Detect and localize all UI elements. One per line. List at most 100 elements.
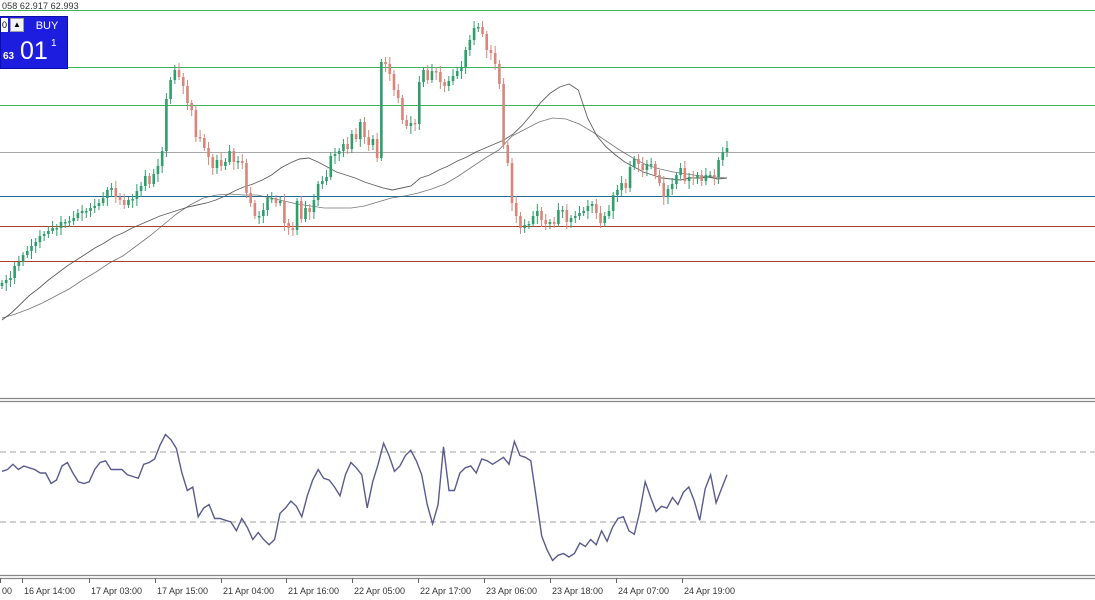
candle-body bbox=[144, 176, 147, 186]
candle-body bbox=[4, 280, 8, 283]
candle-body bbox=[211, 157, 215, 168]
candle-body bbox=[649, 164, 653, 166]
candle-body bbox=[13, 266, 16, 278]
candle-body bbox=[510, 163, 514, 203]
candle-body bbox=[283, 201, 286, 223]
candle-body bbox=[321, 181, 324, 184]
candle-body bbox=[658, 175, 661, 183]
candle-body bbox=[569, 218, 573, 222]
candle-body bbox=[148, 176, 151, 184]
candle-body bbox=[683, 168, 687, 181]
time-tick-label: 23 Apr 18:00 bbox=[552, 586, 603, 596]
time-tick-label: 00 bbox=[2, 586, 12, 596]
candle-body bbox=[489, 50, 493, 53]
candle-body bbox=[536, 211, 539, 216]
candle-body bbox=[679, 168, 682, 175]
candle-body bbox=[439, 72, 442, 82]
candle-body bbox=[173, 70, 177, 80]
candle-body bbox=[9, 278, 12, 280]
candle-body bbox=[312, 200, 316, 212]
buy-price-prefix: 63 bbox=[3, 51, 15, 62]
candle-body bbox=[135, 191, 139, 199]
candle-body bbox=[21, 255, 25, 262]
candle-body bbox=[127, 200, 130, 205]
candle-body bbox=[713, 175, 716, 177]
candle-body bbox=[430, 71, 434, 80]
candle-body bbox=[590, 204, 594, 206]
time-tick-label: 21 Apr 16:00 bbox=[288, 586, 339, 596]
candle-body bbox=[628, 167, 632, 188]
candle-body bbox=[299, 201, 303, 219]
candle-body bbox=[186, 86, 189, 103]
buy-price-main: 01 bbox=[20, 37, 48, 65]
candle-body bbox=[122, 200, 126, 205]
candle-body bbox=[388, 64, 392, 74]
time-axis: 00 16 Apr 14:00 17 Apr 03:00 17 Apr 15:00 21… bbox=[0, 578, 735, 596]
candle-body bbox=[392, 74, 396, 90]
candle-body bbox=[662, 183, 666, 197]
candle-body bbox=[363, 122, 366, 137]
candle-body bbox=[266, 198, 269, 210]
expand-arrow-button[interactable]: ▲ bbox=[10, 18, 24, 32]
candle-body bbox=[573, 216, 577, 218]
panel-close-button[interactable]: 0 bbox=[1, 18, 8, 32]
candle-body bbox=[177, 70, 181, 77]
candle-body bbox=[160, 151, 164, 166]
candle-body bbox=[257, 216, 261, 218]
candle-body bbox=[708, 175, 712, 177]
candle-body bbox=[198, 137, 202, 139]
candle-body bbox=[190, 103, 193, 110]
candle-body bbox=[645, 164, 649, 170]
candle-body bbox=[607, 211, 611, 216]
candle-body bbox=[47, 231, 50, 234]
candle-body bbox=[308, 208, 312, 212]
candle-body bbox=[687, 177, 691, 181]
time-tick-label: 22 Apr 05:00 bbox=[354, 586, 405, 596]
time-tick-label: 21 Apr 04:00 bbox=[223, 586, 274, 596]
candle-body bbox=[396, 90, 400, 98]
candle-body bbox=[527, 224, 531, 226]
candle-body bbox=[434, 71, 438, 73]
time-tick-label: 24 Apr 19:00 bbox=[684, 586, 735, 596]
time-tick-label: 22 Apr 17:00 bbox=[420, 586, 471, 596]
candle-body bbox=[152, 174, 156, 184]
candle-body bbox=[51, 228, 54, 231]
candle-body bbox=[287, 223, 290, 228]
buy-button[interactable]: BUY bbox=[28, 18, 66, 34]
time-tick-label: 17 Apr 03:00 bbox=[91, 586, 142, 596]
candle-body bbox=[215, 160, 219, 168]
candle-body bbox=[540, 211, 543, 220]
candle-body bbox=[97, 203, 101, 206]
candle-body bbox=[451, 76, 455, 81]
candle-body bbox=[691, 177, 695, 179]
candle-body bbox=[502, 84, 505, 145]
candle-body bbox=[561, 210, 564, 212]
candle-body bbox=[544, 220, 548, 224]
candle-body bbox=[114, 188, 118, 197]
candle-body bbox=[333, 154, 337, 156]
candle-body bbox=[224, 162, 227, 166]
candle-body bbox=[477, 27, 480, 29]
candle-body bbox=[455, 71, 459, 76]
oscillator-panel bbox=[0, 433, 1095, 562]
candle-body bbox=[595, 204, 598, 213]
candle-body bbox=[578, 213, 581, 216]
candle-body bbox=[506, 145, 510, 163]
chart-area: 00 16 Apr 14:00 17 Apr 03:00 17 Apr 15:00 21… bbox=[0, 0, 1095, 600]
candle-body bbox=[329, 156, 333, 177]
candle-body bbox=[295, 201, 299, 230]
candle-body bbox=[498, 64, 501, 84]
candle-body bbox=[207, 148, 210, 157]
candle-body bbox=[270, 198, 274, 200]
candle-body bbox=[375, 139, 379, 158]
candle-body bbox=[493, 53, 497, 64]
candle-body bbox=[447, 81, 451, 86]
candle-body bbox=[586, 206, 590, 211]
candle-body bbox=[552, 222, 556, 224]
candle-body bbox=[472, 28, 476, 40]
candle-body bbox=[531, 216, 535, 224]
candle-body bbox=[249, 193, 252, 203]
candle-body bbox=[101, 198, 105, 203]
candle-body bbox=[68, 221, 71, 223]
candle-body bbox=[89, 208, 92, 211]
